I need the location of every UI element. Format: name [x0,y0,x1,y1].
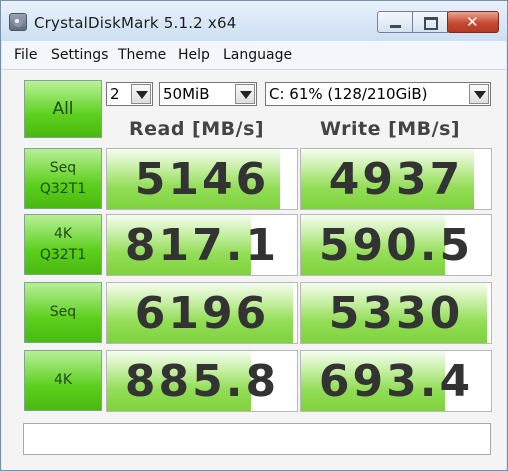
read-result-cell: 817.1 [106,214,298,276]
read-result-cell: 6196 [106,282,298,344]
app-window: CrystalDiskMark 5.1.2 x64 File Settings … [0,0,508,471]
test-row-button[interactable]: Seq [24,282,102,343]
write-result-cell: 693.4 [300,350,492,412]
maximize-button[interactable] [412,11,448,33]
menu-theme[interactable]: Theme [118,47,166,63]
menu-language[interactable]: Language [223,47,292,63]
write-result-cell: 4937 [300,148,492,210]
test-row-button[interactable]: Seq Q32T1 [24,148,102,209]
runs-value: 2 [110,85,120,103]
write-value: 693.4 [318,356,474,407]
status-bar[interactable] [23,423,491,455]
write-value: 4937 [328,154,464,205]
runs-select[interactable]: 2 [106,82,153,106]
close-button[interactable] [447,11,499,33]
menu-file[interactable]: File [14,47,37,63]
read-value: 5146 [134,154,270,205]
test-label: Seq [49,304,77,320]
test-row-button[interactable]: 4K Q32T1 [24,214,102,275]
write-result-cell: 590.5 [300,214,492,276]
write-value: 590.5 [318,220,474,271]
menu-settings[interactable]: Settings [51,47,108,63]
main-panel: All 2 50MiB C: 61% (128/210GiB) Read [MB… [2,70,506,470]
write-column-header: Write [MB/s] [320,118,461,140]
test-size-select[interactable]: 50MiB [159,82,257,106]
write-value: 5330 [328,288,464,339]
read-value: 6196 [134,288,270,339]
read-result-cell: 885.8 [106,350,298,412]
read-column-header: Read [MB/s] [129,118,265,140]
window-title: CrystalDiskMark 5.1.2 x64 [34,14,237,32]
test-row-button[interactable]: 4K [24,350,102,411]
title-bar[interactable]: CrystalDiskMark 5.1.2 x64 [1,1,507,41]
test-queue-label: Q32T1 [39,180,87,197]
chevron-down-icon[interactable] [235,84,255,104]
disk-icon [9,13,27,31]
chevron-down-icon[interactable] [469,84,489,104]
read-result-cell: 5146 [106,148,298,210]
read-value: 885.8 [124,356,280,407]
drive-value: C: 61% (128/210GiB) [269,85,428,103]
test-queue-label: Q32T1 [39,246,87,263]
test-label: 4K [53,372,73,388]
read-value: 817.1 [124,220,280,271]
test-label: Seq [49,159,77,176]
minimize-button[interactable] [377,11,413,33]
drive-select[interactable]: C: 61% (128/210GiB) [265,82,491,106]
test-size-value: 50MiB [163,85,210,103]
test-label: 4K [53,225,73,242]
chevron-down-icon[interactable] [131,84,151,104]
run-all-button[interactable]: All [24,80,102,138]
write-result-cell: 5330 [300,282,492,344]
menu-help[interactable]: Help [178,47,210,63]
menu-bar: File Settings Theme Help Language [2,41,506,70]
